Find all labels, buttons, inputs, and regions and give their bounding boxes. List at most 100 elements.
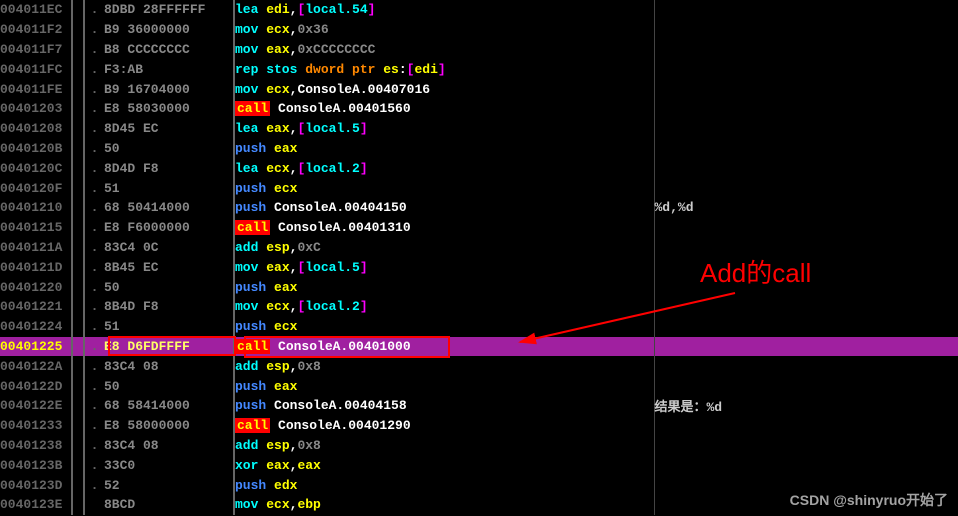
bytes-cell: F3:AB (104, 59, 234, 79)
comment-cell (654, 317, 958, 337)
bytes-cell: 8D4D F8 (104, 158, 234, 178)
disasm-cell: push ConsoleA.00404158 (234, 396, 654, 416)
bytes-cell: 83C4 08 (104, 356, 234, 376)
address-cell: 004011EC (0, 0, 72, 20)
comment-cell (654, 376, 958, 396)
disasm-row[interactable]: 00401215.E8 F6000000call ConsoleA.004013… (0, 218, 958, 238)
bytes-cell: 8D45 EC (104, 119, 234, 139)
bytes-cell: 50 (104, 139, 234, 159)
disasm-cell: lea edi,[local.54] (234, 0, 654, 20)
bytes-cell: 50 (104, 376, 234, 396)
disasm-row[interactable]: 004011FE.B9 16704000mov ecx,ConsoleA.004… (0, 79, 958, 99)
disasm-row[interactable]: 004011F2.B9 36000000mov ecx,0x36 (0, 20, 958, 40)
comment-cell (654, 178, 958, 198)
disasm-cell: push eax (234, 139, 654, 159)
comment-cell (654, 455, 958, 475)
comment-cell (654, 20, 958, 40)
comment-cell (654, 337, 958, 357)
disasm-cell: mov ecx,ebp (234, 495, 654, 515)
comment-cell (654, 297, 958, 317)
disasm-cell: push ConsoleA.00404150 (234, 198, 654, 218)
comment-cell (654, 59, 958, 79)
disasm-row[interactable]: 004011FC.F3:ABrep stos dword ptr es:[edi… (0, 59, 958, 79)
address-cell: 0040121D (0, 257, 72, 277)
bytes-cell: E8 58030000 (104, 99, 234, 119)
disasm-cell: mov eax,[local.5] (234, 257, 654, 277)
comment-cell (654, 158, 958, 178)
disasm-row[interactable]: 0040122E.68 58414000push ConsoleA.004041… (0, 396, 958, 416)
comment-cell (654, 139, 958, 159)
address-cell: 0040120B (0, 139, 72, 159)
disasm-row[interactable]: 0040120F.51push ecx (0, 178, 958, 198)
address-cell: 00401210 (0, 198, 72, 218)
disasm-row[interactable]: 00401225.E8 D6FDFFFFcall ConsoleA.004010… (0, 337, 958, 357)
address-cell: 00401215 (0, 218, 72, 238)
watermark: CSDN @shinyruo开始了 (790, 490, 948, 510)
disasm-cell: lea eax,[local.5] (234, 119, 654, 139)
disasm-cell: add esp,0xC (234, 238, 654, 258)
disasm-cell: mov ecx,[local.2] (234, 297, 654, 317)
disasm-row[interactable]: 00401238.83C4 08add esp,0x8 (0, 436, 958, 456)
bytes-cell: 51 (104, 178, 234, 198)
comment-cell: 结果是：%d (654, 396, 958, 416)
bytes-cell: E8 D6FDFFFF (104, 337, 234, 357)
address-cell: 004011F2 (0, 20, 72, 40)
disasm-row[interactable]: 00401221.8B4D F8mov ecx,[local.2] (0, 297, 958, 317)
disasm-row[interactable]: 00401210.68 50414000push ConsoleA.004041… (0, 198, 958, 218)
disasm-row[interactable]: 00401224.51push ecx (0, 317, 958, 337)
bytes-cell: 68 58414000 (104, 396, 234, 416)
disasm-row[interactable]: 00401220.50push eax (0, 277, 958, 297)
disasm-row[interactable]: 0040122A.83C4 08add esp,0x8 (0, 356, 958, 376)
comment-cell (654, 119, 958, 139)
disasm-row[interactable]: 004011EC.8DBD 28FFFFFFlea edi,[local.54] (0, 0, 958, 20)
address-cell: 0040123B (0, 455, 72, 475)
address-cell: 00401203 (0, 99, 72, 119)
disasm-row[interactable]: 0040120B.50push eax (0, 139, 958, 159)
address-cell: 0040122E (0, 396, 72, 416)
disasm-cell: push edx (234, 475, 654, 495)
disasm-row[interactable]: 0040121A.83C4 0Cadd esp,0xC (0, 238, 958, 258)
disasm-row[interactable]: 0040121D.8B45 ECmov eax,[local.5] (0, 257, 958, 277)
address-cell: 004011FE (0, 79, 72, 99)
disasm-row[interactable]: 0040120C.8D4D F8lea ecx,[local.2] (0, 158, 958, 178)
bytes-cell: 8BCD (104, 495, 234, 515)
disasm-cell: add esp,0x8 (234, 356, 654, 376)
comment-cell (654, 436, 958, 456)
disasm-cell: mov eax,0xCCCCCCCC (234, 40, 654, 60)
address-cell: 004011FC (0, 59, 72, 79)
comment-cell (654, 79, 958, 99)
disasm-cell: push ecx (234, 178, 654, 198)
disasm-cell: call ConsoleA.00401000 (234, 337, 654, 357)
disasm-cell: push eax (234, 376, 654, 396)
disasm-cell: push ecx (234, 317, 654, 337)
comment-cell (654, 356, 958, 376)
disasm-row[interactable]: 004011F7.B8 CCCCCCCCmov eax,0xCCCCCCCC (0, 40, 958, 60)
disasm-cell: add esp,0x8 (234, 436, 654, 456)
address-cell: 0040123D (0, 475, 72, 495)
address-cell: 00401238 (0, 436, 72, 456)
address-cell: 00401220 (0, 277, 72, 297)
bytes-cell: 8DBD 28FFFFFF (104, 0, 234, 20)
bytes-cell: B9 36000000 (104, 20, 234, 40)
disasm-row[interactable]: 00401233.E8 58000000call ConsoleA.004012… (0, 416, 958, 436)
address-cell: 0040121A (0, 238, 72, 258)
address-cell: 00401208 (0, 119, 72, 139)
comment-cell: %d,%d (654, 198, 958, 218)
annotation-label: Add的call (700, 253, 811, 290)
disasm-cell: call ConsoleA.00401560 (234, 99, 654, 119)
bytes-cell: B8 CCCCCCCC (104, 40, 234, 60)
bytes-cell: B9 16704000 (104, 79, 234, 99)
disasm-row[interactable]: 00401203.E8 58030000call ConsoleA.004015… (0, 99, 958, 119)
disasm-cell: call ConsoleA.00401310 (234, 218, 654, 238)
comment-cell (654, 0, 958, 20)
disasm-cell: push eax (234, 277, 654, 297)
disasm-row[interactable]: 00401208.8D45 EClea eax,[local.5] (0, 119, 958, 139)
address-cell: 0040120F (0, 178, 72, 198)
bytes-cell: 33C0 (104, 455, 234, 475)
disasm-cell: xor eax,eax (234, 455, 654, 475)
disasm-row[interactable]: 0040122D.50push eax (0, 376, 958, 396)
bytes-cell: 83C4 0C (104, 238, 234, 258)
bytes-cell: 52 (104, 475, 234, 495)
disasm-row[interactable]: 0040123B.33C0xor eax,eax (0, 455, 958, 475)
address-cell: 004011F7 (0, 40, 72, 60)
